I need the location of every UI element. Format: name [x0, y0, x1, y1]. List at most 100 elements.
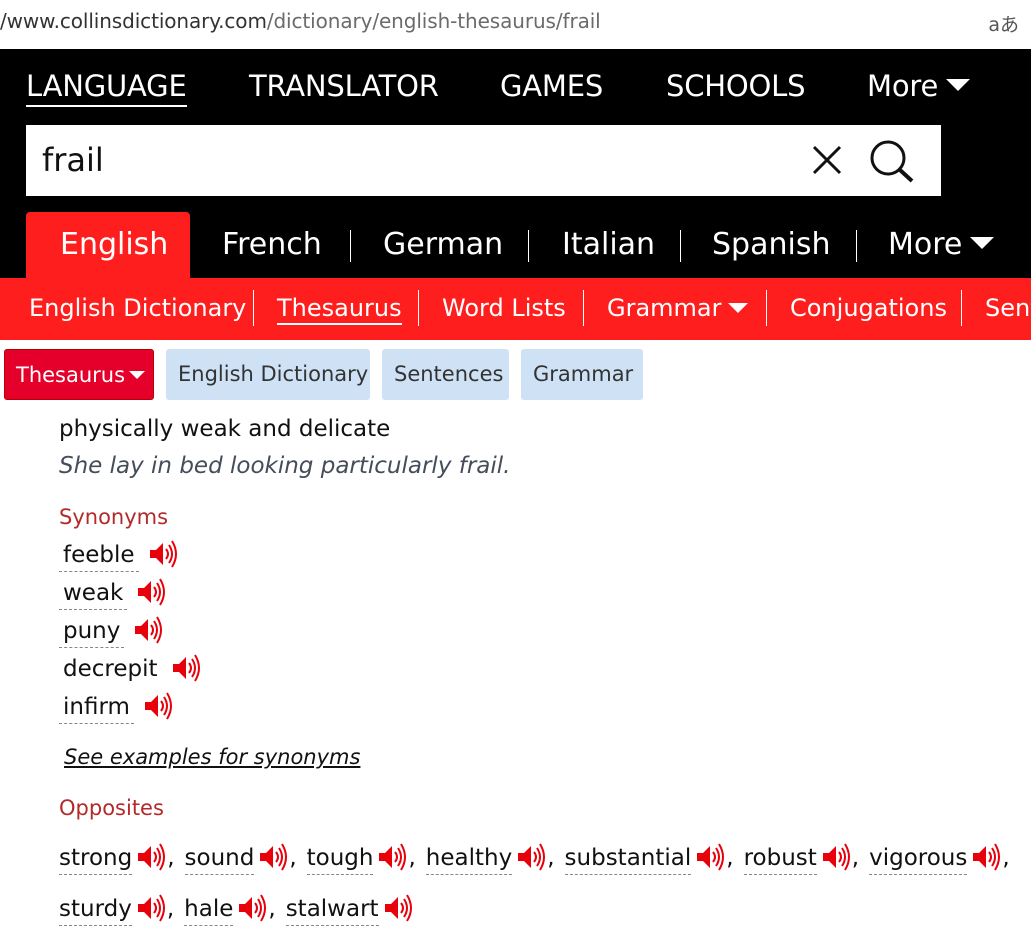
- speaker-icon[interactable]: [258, 843, 289, 871]
- opposite-word[interactable]: stalwart: [285, 895, 379, 926]
- speaker-icon[interactable]: [136, 894, 167, 922]
- speaker-icon[interactable]: [237, 894, 268, 922]
- nav-language[interactable]: LANGUAGE: [26, 69, 187, 107]
- pill-grammar[interactable]: Grammar: [521, 349, 643, 400]
- tab-divider: [350, 230, 351, 262]
- opposite-word[interactable]: sturdy: [59, 895, 132, 926]
- pill-sentences[interactable]: Sentences: [382, 349, 509, 400]
- subnav-divider: [418, 290, 419, 326]
- speaker-icon[interactable]: [695, 843, 726, 871]
- url-text[interactable]: /www.collinsdictionary.com/dictionary/en…: [0, 9, 601, 33]
- subnav-divider: [961, 290, 962, 326]
- separator-comma: ,: [268, 896, 276, 922]
- separator-comma: ,: [289, 845, 297, 871]
- opposite-word[interactable]: vigorous: [869, 844, 968, 875]
- site-header: LANGUAGE TRANSLATOR GAMES SCHOOLS More E…: [0, 49, 1031, 278]
- chevron-down-icon: [970, 237, 995, 249]
- speaker-icon[interactable]: [136, 843, 167, 871]
- nav-schools[interactable]: SCHOOLS: [666, 69, 805, 103]
- speaker-icon[interactable]: [136, 578, 167, 606]
- search-icon[interactable]: [868, 139, 916, 183]
- subnav-conjugations[interactable]: Conjugations: [790, 294, 947, 322]
- subnav-grammar-label: Grammar: [607, 294, 722, 322]
- opposite-item: sturdy,: [59, 894, 184, 926]
- synonym-word[interactable]: puny: [59, 617, 125, 648]
- sub-nav: English Dictionary Thesaurus Word Lists …: [0, 278, 1031, 340]
- separator-comma: ,: [1002, 845, 1010, 871]
- translate-icon[interactable]: aあ: [988, 10, 1019, 37]
- opposite-item: hale,: [184, 894, 286, 926]
- synonym-item: weak: [59, 578, 167, 614]
- opposite-word[interactable]: hale: [184, 895, 234, 926]
- synonym-word[interactable]: weak: [59, 579, 128, 610]
- opposite-word[interactable]: sound: [184, 844, 255, 875]
- speaker-icon[interactable]: [171, 654, 202, 682]
- close-icon[interactable]: [810, 143, 844, 177]
- subnav-thesaurus[interactable]: Thesaurus: [277, 294, 402, 325]
- tab-french[interactable]: French: [222, 212, 322, 278]
- tab-divider: [856, 230, 857, 262]
- subnav-divider: [766, 290, 767, 326]
- subnav-sentences[interactable]: Sent: [985, 294, 1031, 322]
- nav-games[interactable]: GAMES: [500, 69, 603, 103]
- opposite-item: healthy,: [425, 843, 565, 875]
- synonyms-heading: Synonyms: [59, 505, 169, 529]
- tab-more-languages[interactable]: More: [888, 212, 995, 278]
- separator-comma: ,: [547, 845, 555, 871]
- opposites-heading: Opposites: [59, 796, 164, 820]
- synonym-item: feeble: [59, 540, 179, 576]
- tab-german[interactable]: German: [383, 212, 503, 278]
- tab-spanish[interactable]: Spanish: [712, 212, 830, 278]
- search-input[interactable]: [42, 135, 782, 185]
- synonym-word[interactable]: infirm: [59, 693, 134, 724]
- browser-url-bar[interactable]: /www.collinsdictionary.com/dictionary/en…: [0, 0, 1031, 48]
- opposite-word[interactable]: robust: [743, 844, 817, 875]
- separator-comma: ,: [167, 845, 175, 871]
- separator-comma: ,: [408, 845, 416, 871]
- speaker-icon[interactable]: [133, 616, 164, 644]
- separator-comma: ,: [166, 896, 175, 922]
- url-domain: /www.collinsdictionary.com: [0, 9, 267, 33]
- main-nav: LANGUAGE TRANSLATOR GAMES SCHOOLS More: [0, 49, 1031, 125]
- pill-english-dictionary[interactable]: English Dictionary: [166, 349, 370, 400]
- tab-english[interactable]: English: [26, 212, 190, 278]
- example-sentence: She lay in bed looking particularly frai…: [59, 453, 511, 479]
- opposite-word[interactable]: healthy: [425, 844, 513, 875]
- subnav-grammar[interactable]: Grammar: [607, 294, 748, 322]
- search-box: [26, 125, 941, 196]
- nav-more[interactable]: More: [867, 69, 971, 103]
- subnav-word-lists[interactable]: Word Lists: [442, 294, 566, 322]
- speaker-icon[interactable]: [148, 540, 179, 568]
- synonym-word: decrepit: [63, 656, 158, 682]
- speaker-icon[interactable]: [377, 843, 408, 871]
- subnav-divider: [583, 290, 584, 326]
- synonym-item: decrepit: [59, 654, 202, 690]
- language-tabs: English French German Italian Spanish Mo…: [0, 212, 1031, 278]
- opposite-item: vigorous,: [869, 843, 1010, 875]
- tab-divider: [528, 230, 529, 262]
- opposite-item: substantial,: [564, 843, 744, 875]
- opposite-word[interactable]: substantial: [564, 844, 692, 875]
- subnav-english-dictionary[interactable]: English Dictionary: [29, 294, 246, 322]
- tab-divider: [680, 230, 681, 262]
- subnav-divider: [253, 290, 254, 326]
- see-examples-link[interactable]: See examples for synonyms: [64, 745, 360, 769]
- tab-more-label: More: [888, 227, 963, 262]
- definition-text: physically weak and delicate: [59, 416, 391, 442]
- opposite-word[interactable]: strong: [59, 844, 133, 875]
- opposite-word[interactable]: tough: [306, 844, 374, 875]
- separator-comma: ,: [726, 845, 734, 871]
- speaker-icon[interactable]: [143, 692, 174, 720]
- speaker-icon[interactable]: [971, 843, 1002, 871]
- speaker-icon[interactable]: [821, 843, 852, 871]
- speaker-icon[interactable]: [383, 894, 414, 922]
- nav-translator[interactable]: TRANSLATOR: [249, 69, 439, 103]
- synonym-word[interactable]: feeble: [59, 541, 139, 572]
- opposite-item: robust,: [743, 843, 870, 875]
- pill-thesaurus[interactable]: Thesaurus: [4, 349, 154, 400]
- tab-italian[interactable]: Italian: [562, 212, 655, 278]
- speaker-icon[interactable]: [516, 843, 547, 871]
- nav-more-label: More: [867, 69, 939, 103]
- opposite-item: tough,: [306, 843, 426, 875]
- url-path: /dictionary/english-thesaurus/frail: [266, 9, 601, 33]
